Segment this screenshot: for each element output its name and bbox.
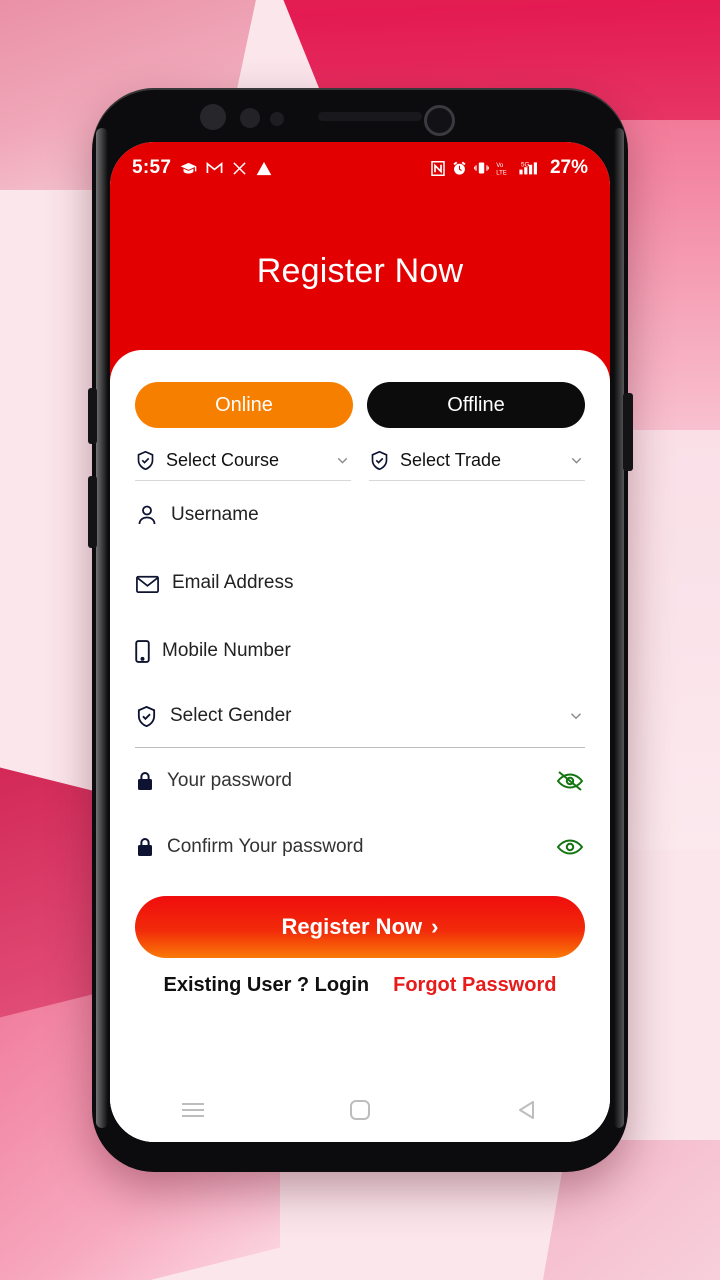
status-clock: 5:57	[132, 157, 172, 178]
lock-icon	[135, 770, 155, 792]
confirm-password-placeholder: Confirm Your password	[167, 836, 364, 857]
phone-edge-highlight-right	[614, 128, 624, 1128]
select-course-label: Select Course	[166, 450, 280, 470]
status-bar-left: 5:57	[132, 157, 272, 179]
eye-off-icon[interactable]	[555, 768, 585, 794]
graduation-cap-icon	[180, 160, 197, 177]
shield-check-icon	[369, 450, 390, 471]
x-app-icon	[232, 161, 247, 176]
proximity-sensor-icon	[270, 112, 284, 126]
chevron-down-icon[interactable]	[334, 452, 351, 469]
email-placeholder: Email Address	[172, 572, 294, 593]
alarm-icon	[452, 161, 467, 176]
eye-icon[interactable]	[555, 834, 585, 860]
battery-percentage: 27%	[549, 157, 588, 178]
earpiece-speaker	[318, 112, 422, 121]
menu-icon[interactable]	[158, 1088, 228, 1132]
select-trade-label: Select Trade	[400, 450, 502, 470]
password-placeholder: Your password	[167, 770, 292, 791]
svg-text:LTE: LTE	[496, 170, 507, 176]
chevron-right-icon: ›	[431, 914, 439, 939]
register-button-label: Register Now	[281, 914, 423, 939]
select-gender-field[interactable]: Select Gender	[135, 685, 585, 748]
mobile-placeholder: Mobile Number	[162, 640, 291, 661]
register-now-button[interactable]: Register Now ›	[135, 896, 585, 958]
phone-edge-highlight-left	[96, 128, 108, 1128]
auth-links-row: Existing User ? Login Forgot Password	[135, 974, 585, 997]
phone-sensor-row	[92, 88, 628, 144]
home-square-icon[interactable]	[325, 1088, 395, 1132]
warning-triangle-icon	[256, 161, 272, 176]
confirm-password-field[interactable]: Confirm Your password	[135, 814, 585, 880]
nfc-icon	[431, 160, 445, 176]
envelope-icon	[135, 571, 160, 596]
mode-toggle-group: Online Offline	[135, 382, 585, 428]
select-course-field[interactable]: Select Course	[135, 450, 351, 481]
front-camera-icon	[200, 104, 226, 130]
volte-icon: Vo LTE	[496, 161, 510, 176]
gmail-icon	[206, 161, 223, 175]
shield-check-icon	[135, 705, 158, 728]
chevron-down-icon[interactable]	[567, 707, 585, 725]
android-navigation-bar	[110, 1078, 610, 1142]
power-button[interactable]	[623, 393, 633, 471]
offline-mode-button[interactable]: Offline	[367, 382, 585, 428]
password-field[interactable]: Your password	[135, 748, 585, 814]
username-placeholder: Username	[171, 504, 259, 525]
registration-form-card: Online Offline Select Course Select Trad…	[110, 350, 610, 1142]
chevron-down-icon[interactable]	[568, 452, 585, 469]
forgot-password-link[interactable]: Forgot Password	[393, 974, 556, 997]
mobile-icon	[135, 639, 150, 663]
online-mode-button[interactable]: Online	[135, 382, 353, 428]
email-field[interactable]: Email Address	[135, 549, 585, 617]
phone-device-frame: 5:57 Vo LTE 5G 27% Register Now Online O…	[88, 88, 633, 1172]
vibrate-icon	[474, 161, 489, 175]
page-title: Register Now	[256, 252, 464, 290]
select-trade-field[interactable]: Select Trade	[369, 450, 585, 481]
phone-screen: 5:57 Vo LTE 5G 27% Register Now Online O…	[110, 142, 610, 1142]
back-triangle-icon[interactable]	[492, 1088, 562, 1132]
signal-5g-icon: 5G	[517, 160, 541, 176]
svg-text:Vo: Vo	[496, 163, 504, 169]
user-icon	[135, 503, 159, 527]
volume-down-button[interactable]	[88, 476, 97, 548]
volume-up-button[interactable]	[88, 388, 97, 444]
iris-scanner-icon	[424, 105, 455, 136]
shield-check-icon	[135, 450, 156, 471]
username-field[interactable]: Username	[135, 481, 585, 549]
status-bar: 5:57 Vo LTE 5G 27%	[110, 154, 610, 182]
select-gender-label: Select Gender	[170, 705, 292, 726]
screenshot-root: 5:57 Vo LTE 5G 27% Register Now Online O…	[0, 0, 720, 1280]
mobile-field[interactable]: Mobile Number	[135, 617, 585, 685]
status-bar-right: Vo LTE 5G 27%	[431, 157, 588, 179]
lock-icon	[135, 836, 155, 858]
existing-user-login-link[interactable]: Existing User ? Login	[164, 974, 370, 997]
secondary-camera-icon	[240, 108, 260, 128]
course-trade-row: Select Course Select Trade	[135, 450, 585, 481]
